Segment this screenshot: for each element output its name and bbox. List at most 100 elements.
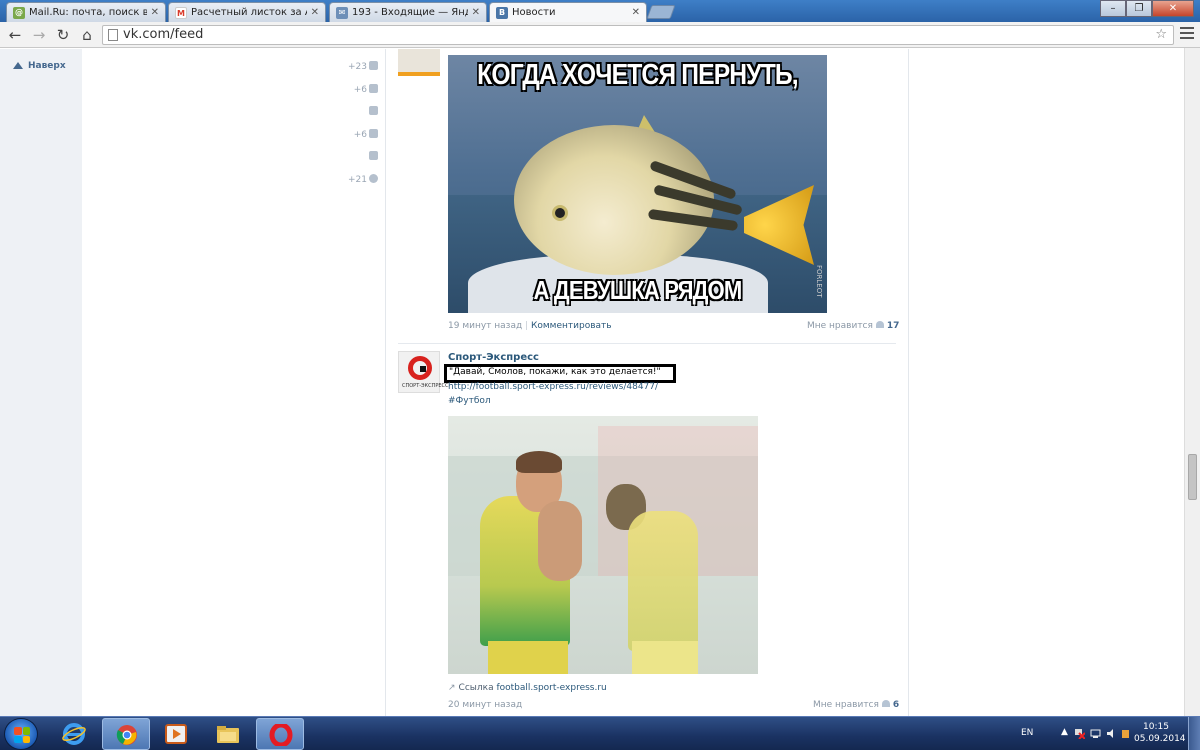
speaker-icon[interactable]	[1106, 728, 1117, 739]
maximize-button[interactable]: ❐	[1126, 0, 1152, 17]
like-label: Мне нравится	[807, 321, 873, 331]
taskbar-opera[interactable]	[256, 718, 304, 750]
forward-button[interactable]: →	[30, 26, 48, 44]
browser-menu-icon[interactable]	[1180, 27, 1194, 42]
clock-time: 10:15	[1143, 722, 1169, 732]
comment-icon	[369, 151, 378, 160]
counter-friends[interactable]: +23	[330, 61, 378, 84]
close-tab-icon[interactable]: ✕	[632, 7, 640, 18]
tab-title: Расчетный листок за Авг	[191, 7, 307, 18]
avatar-caption: СПОРТ-ЭКСПРЕСС	[402, 383, 449, 389]
counter-comments[interactable]	[330, 151, 378, 174]
vk-icon: В	[496, 6, 508, 19]
gear-icon	[369, 173, 378, 183]
taskbar-internet-explorer[interactable]	[50, 718, 98, 750]
security-icon[interactable]	[1120, 728, 1131, 739]
windows-taskbar: EN ▲ 10:15 05.09.2014	[0, 716, 1200, 750]
tab-title: Mail.Ru: почта, поиск в и	[29, 7, 147, 18]
post2-author-avatar[interactable]: СПОРТ-ЭКСПРЕСС	[398, 351, 449, 393]
player2-shorts	[632, 641, 698, 674]
player1-arm	[538, 501, 582, 581]
fish-eye	[552, 205, 568, 221]
reload-button[interactable]: ↻	[54, 26, 72, 44]
show-hidden-icons-icon[interactable]: ▲	[1061, 727, 1068, 737]
network-icon[interactable]	[1090, 728, 1101, 739]
windows-logo-icon	[14, 727, 30, 743]
start-button[interactable]	[4, 718, 38, 750]
post2-photo[interactable]	[448, 416, 758, 674]
language-indicator[interactable]: EN	[1021, 728, 1033, 738]
like-count: 17	[886, 321, 900, 331]
post2-hashtag[interactable]: #Футбол	[448, 396, 491, 406]
gmail-icon: M	[175, 6, 187, 19]
post1-author-avatar[interactable]	[398, 49, 440, 76]
minimize-button[interactable]: –	[1100, 0, 1126, 17]
post2-link-attachment[interactable]: ↗ Ссылка football.sport-express.ru	[448, 683, 607, 693]
player1-shorts	[488, 641, 568, 674]
post1-time[interactable]: 19 минут назад	[448, 321, 522, 331]
taskbar-chrome[interactable]	[102, 718, 150, 750]
sport-express-logo-icon	[408, 356, 432, 380]
person-icon	[369, 61, 378, 70]
scrollbar-thumb[interactable]	[1188, 454, 1197, 500]
counter-value: +6	[353, 84, 367, 95]
column-divider	[385, 49, 386, 716]
player1-hair	[516, 451, 562, 473]
tab-mail-ru[interactable]: @ Mail.Ru: почта, поиск в и ✕	[6, 2, 166, 22]
close-tab-icon[interactable]: ✕	[311, 7, 319, 18]
flag-alert-icon[interactable]	[1074, 728, 1085, 739]
internet-explorer-icon	[62, 723, 86, 745]
show-desktop-button[interactable]	[1188, 717, 1200, 750]
post2-author-name[interactable]: Спорт-Экспресс	[448, 352, 539, 363]
taskbar-media-player[interactable]	[152, 718, 200, 750]
system-tray: EN ▲ 10:15 05.09.2014	[1016, 717, 1200, 750]
like-label: Мне нравится	[813, 700, 879, 710]
notification-counters: +23 +6 +6 +21	[330, 61, 378, 196]
post2-text: "Давай, Смолов, покажи, как это делается…	[449, 367, 661, 377]
tab-gmail[interactable]: M Расчетный листок за Авг ✕	[168, 2, 326, 22]
close-tab-icon[interactable]: ✕	[472, 7, 480, 18]
tab-title: Новости	[512, 7, 556, 18]
mail-icon: @	[13, 6, 25, 19]
close-tab-icon[interactable]: ✕	[151, 7, 159, 18]
post2-like-button[interactable]: Мне нравится 6	[813, 700, 899, 710]
counter-value: +21	[348, 174, 367, 185]
column-divider	[908, 49, 909, 716]
window-controls: – ❐ ✕	[1100, 0, 1194, 17]
close-window-button[interactable]: ✕	[1152, 0, 1194, 17]
post2-time[interactable]: 20 минут назад	[448, 700, 522, 710]
browser-tab-strip: @ Mail.Ru: почта, поиск в и ✕ M Расчетны…	[0, 0, 1200, 22]
counter-settings[interactable]: +21	[330, 173, 378, 197]
bookmark-star-icon[interactable]: ☆	[1155, 26, 1167, 44]
back-button[interactable]: ←	[6, 26, 24, 44]
tab-news[interactable]: В Новости ✕	[489, 2, 647, 22]
tab-yandex-mail[interactable]: ✉ 193 - Входящие — Яндекс ✕	[329, 2, 487, 22]
counter-groups[interactable]: +6	[330, 128, 378, 152]
clock[interactable]: 10:15 05.09.2014	[1134, 721, 1186, 745]
page-icon	[108, 29, 118, 41]
post2-url-link[interactable]: http://football.sport-express.ru/reviews…	[448, 382, 658, 392]
post1-like-button[interactable]: Мне нравится 17	[807, 321, 899, 331]
counter-value: +6	[353, 129, 367, 140]
address-bar[interactable]: vk.com/feed ☆	[102, 25, 1174, 45]
comment-link[interactable]: Комментировать	[531, 321, 612, 331]
tab-title: 193 - Входящие — Яндекс	[352, 7, 468, 18]
page-scrollbar[interactable]	[1184, 48, 1200, 716]
counter-messages[interactable]	[330, 106, 378, 129]
counter-photos[interactable]: +6	[330, 83, 378, 107]
left-gutter	[0, 49, 82, 716]
home-button[interactable]: ⌂	[78, 26, 96, 44]
player2-shirt	[628, 511, 698, 651]
new-tab-button[interactable]	[646, 5, 676, 19]
meme-bottom-caption: А ДЕВУШКА РЯДОМ	[533, 275, 743, 305]
vk-feed-page: Наверх +23 +6 +6 +21 КОГДА ХОЧЕТСЯ ПЕРНУ…	[0, 49, 1200, 716]
post1-meme-image[interactable]: КОГДА ХОЧЕТСЯ ПЕРНУТЬ, А ДЕВУШКА РЯДОМ F…	[448, 55, 827, 313]
link-host: football.sport-express.ru	[496, 683, 607, 693]
opera-icon	[269, 724, 293, 746]
back-to-top-button[interactable]: Наверх	[13, 61, 66, 71]
taskbar-explorer[interactable]	[204, 718, 252, 750]
heart-icon	[875, 321, 884, 328]
counter-value: +23	[348, 62, 367, 72]
arrow-up-icon	[13, 62, 23, 69]
meme-top-caption: КОГДА ХОЧЕТСЯ ПЕРНУТЬ,	[477, 59, 798, 91]
